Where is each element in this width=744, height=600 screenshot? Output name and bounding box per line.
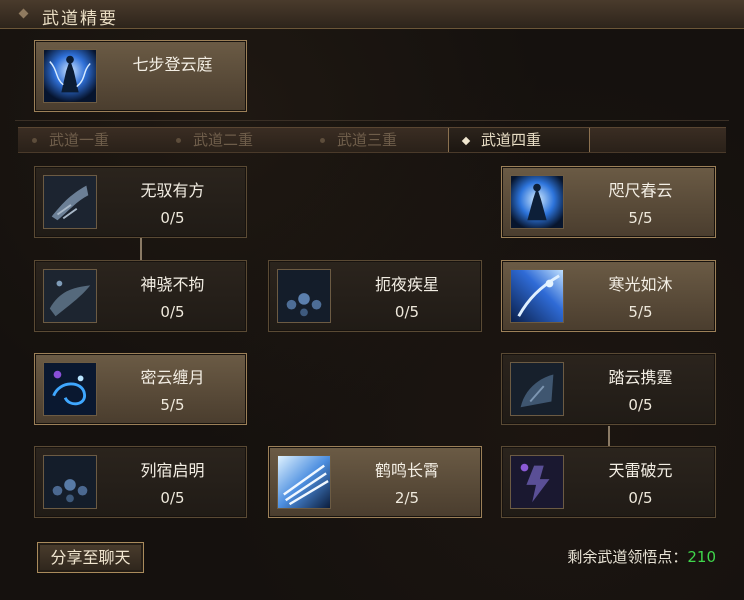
skill-level: 2/5 <box>394 489 420 507</box>
skill-level: 0/5 <box>160 209 185 227</box>
skill-card[interactable]: 踏云携霆 0/5 <box>501 353 716 425</box>
tab-tier-1[interactable]: 武道一重 <box>32 128 162 152</box>
remaining-points: 剩余武道领悟点：210 <box>567 546 716 567</box>
skill-connector <box>140 238 142 260</box>
skill-window: 武道精要 七步登云庭 武道一重 武道二重 武道三重 武道四重 无驭有方 0/5 … <box>0 0 744 600</box>
divider <box>15 120 729 121</box>
share-to-chat-button[interactable]: 分享至聊天 <box>37 542 144 573</box>
blue-aura-figure-icon <box>510 175 564 229</box>
title-diamond-icon <box>18 8 29 19</box>
crane-wing-icon <box>277 455 331 509</box>
tab-dot-icon <box>176 138 181 143</box>
skill-card[interactable]: 咫尺春云 5/5 <box>501 166 716 238</box>
skill-name: 踏云携霆 <box>608 368 673 387</box>
skill-name: 神骁不拘 <box>140 275 205 294</box>
skill-level: 0/5 <box>160 303 185 321</box>
tab-dot-icon <box>32 138 37 143</box>
skill-card[interactable]: 鹤鸣长霄 2/5 <box>268 446 482 518</box>
tab-tier-4[interactable]: 武道四重 <box>448 128 590 152</box>
tab-tier-3[interactable]: 武道三重 <box>320 128 450 152</box>
header-skill-name: 七步登云庭 <box>132 55 213 74</box>
skill-card[interactable]: 神骁不拘 0/5 <box>34 260 247 332</box>
skill-name: 天雷破元 <box>608 461 673 480</box>
skill-card[interactable]: 无驭有方 0/5 <box>34 166 247 238</box>
skill-name: 鹤鸣长霄 <box>374 461 439 480</box>
header-skill-card[interactable]: 七步登云庭 <box>34 40 247 112</box>
skill-card[interactable]: 天雷破元 0/5 <box>501 446 716 518</box>
skill-name: 密云缠月 <box>140 368 205 387</box>
tab-diamond-icon <box>461 136 471 145</box>
skill-connector <box>608 426 610 446</box>
skill-name: 咫尺春云 <box>608 181 673 200</box>
swirl-moon-icon <box>43 362 97 416</box>
points-value: 210 <box>687 548 716 566</box>
skill-level: 0/5 <box>394 303 420 321</box>
skill-name: 寒光如沐 <box>608 275 673 294</box>
skill-name: 无驭有方 <box>140 181 205 200</box>
blue-aura-figure-icon <box>43 49 97 103</box>
skill-level: 5/5 <box>628 209 653 227</box>
wind-beast-icon <box>43 269 97 323</box>
skill-level: 0/5 <box>628 489 653 507</box>
skill-card[interactable]: 寒光如沐 5/5 <box>501 260 716 332</box>
skill-name: 列宿启明 <box>140 461 205 480</box>
tab-dot-icon <box>320 138 325 143</box>
tab-tier-2[interactable]: 武道二重 <box>176 128 306 152</box>
skill-level: 5/5 <box>160 396 185 414</box>
ice-claw-icon <box>43 175 97 229</box>
star-orbs-icon <box>43 455 97 509</box>
skill-level: 5/5 <box>628 303 653 321</box>
star-orbs-icon <box>277 269 331 323</box>
blue-light-arc-icon <box>510 269 564 323</box>
thunder-warrior-icon <box>510 455 564 509</box>
points-label: 剩余武道领悟点： <box>567 548 688 566</box>
cloud-stride-icon <box>510 362 564 416</box>
skill-card[interactable]: 密云缠月 5/5 <box>34 353 247 425</box>
title-bar: 武道精要 <box>0 0 744 29</box>
tier-tabs: 武道一重 武道二重 武道三重 武道四重 <box>18 127 726 153</box>
window-title: 武道精要 <box>42 9 118 29</box>
skill-card[interactable]: 扼夜疾星 0/5 <box>268 260 482 332</box>
skill-level: 0/5 <box>628 396 653 414</box>
skill-name: 扼夜疾星 <box>374 275 439 294</box>
skill-level: 0/5 <box>160 489 185 507</box>
skill-card[interactable]: 列宿启明 0/5 <box>34 446 247 518</box>
